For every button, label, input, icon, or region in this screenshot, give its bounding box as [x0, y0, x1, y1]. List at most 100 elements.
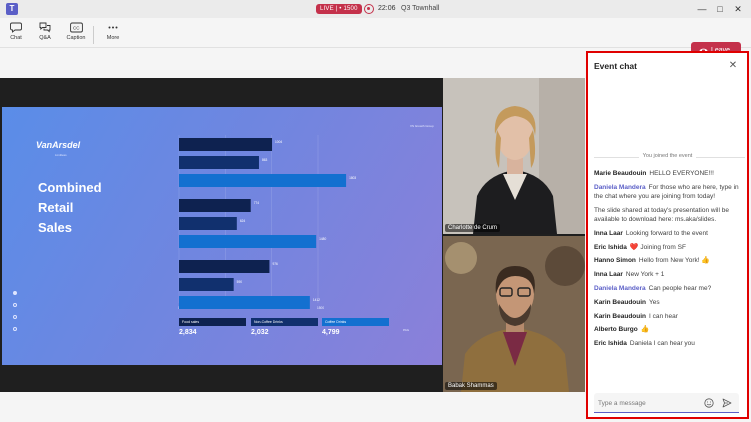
chart-bar: [179, 278, 234, 291]
message-text: I can hear: [649, 312, 678, 320]
message-sender[interactable]: Karin Beaudouin: [594, 313, 646, 320]
chart-data-label: 863: [262, 158, 268, 162]
chart-data-label: 976: [272, 262, 278, 266]
chat-message: Daniela Mandera Can people hear me?: [594, 284, 746, 293]
message-input[interactable]: [598, 397, 698, 409]
message-sender[interactable]: Daniela Mandera: [594, 285, 646, 292]
message-sender[interactable]: Hanno Simon: [594, 257, 636, 264]
teams-logo-icon: T: [6, 3, 18, 15]
toolbar-divider: [93, 26, 94, 44]
chart-bar: [179, 156, 259, 169]
caption-label: Caption: [66, 35, 86, 41]
maximize-icon[interactable]: □: [713, 2, 727, 16]
close-window-icon[interactable]: ✕: [731, 2, 745, 16]
chat-message: Inna Laar Looking forward to the event: [594, 229, 746, 238]
slide-page-label: PAG: [403, 328, 410, 332]
window-title: Q3 Townhall: [401, 5, 440, 12]
chat-message: Inna Laar New York + 1: [594, 270, 746, 279]
message-text: The slide shared at today's presentation…: [594, 206, 729, 223]
chart-data-label: 774: [254, 201, 260, 205]
participant-video: [443, 78, 585, 234]
participant-tile[interactable]: Charlotte de Crum: [443, 78, 585, 234]
reaction-emoji-icon: 👍: [640, 326, 650, 334]
chart-data-label: 1480: [319, 237, 326, 241]
message-text: Joining from SF: [640, 243, 686, 251]
chart-data-label: 590: [237, 280, 243, 284]
message-text: New York + 1: [625, 271, 665, 279]
chart-bar: [179, 138, 273, 151]
qa-button[interactable]: Q&A: [31, 22, 59, 46]
message-sender[interactable]: Marie Beaudouin: [594, 170, 646, 177]
message-sender[interactable]: Daniela Mandera: [594, 184, 646, 191]
close-icon[interactable]: ✕: [727, 60, 739, 72]
chart-bar: [179, 235, 317, 248]
chat-icon: [10, 22, 22, 33]
system-message: You joined the event: [588, 153, 747, 159]
message-sender[interactable]: Eric Ishida: [594, 244, 627, 251]
chart-data-label: 1004: [275, 140, 282, 144]
recording-icon: [364, 4, 374, 14]
message-text: Looking forward to the event: [625, 229, 708, 237]
more-icon: [108, 26, 118, 29]
minimize-icon[interactable]: —: [695, 2, 709, 16]
stat-label-coffee: Coffee Drinks: [322, 318, 389, 326]
title-bar: T LIVE | • 1500 22:06 Q3 Townhall — □ ✕: [0, 0, 751, 18]
message-text: HELLO EVERYONE!!!: [649, 170, 714, 177]
participant-name: Babak Shammas: [445, 382, 497, 390]
chat-message: Karin Beaudouin I can hear: [594, 312, 746, 321]
chat-button[interactable]: Chat: [2, 22, 30, 46]
message-sender[interactable]: Inna Laar: [594, 271, 623, 278]
participant-video: [443, 236, 585, 392]
chart-bar: [179, 260, 270, 273]
chat-message: Hanno Simon Hello from New York! 👍: [594, 256, 746, 265]
message-sender[interactable]: Inna Laar: [594, 230, 623, 237]
chat-message-list: Marie Beaudouin HELLO EVERYONE!!! Daniela …: [594, 169, 746, 353]
chart-bar: [179, 199, 251, 212]
participant-name: Charlotte de Crum: [445, 224, 501, 232]
event-chat-panel: Event chat ✕ You joined the event Marie …: [586, 51, 749, 419]
message-text: Hello from New York!: [638, 257, 700, 265]
chart-data-label: 624: [240, 219, 246, 223]
caption-button[interactable]: CC Caption: [62, 22, 90, 46]
message-sender[interactable]: Karin Beaudouin: [594, 299, 646, 306]
participant-tile[interactable]: Babak Shammas: [443, 236, 585, 392]
caption-icon: CC: [69, 22, 83, 33]
emoji-icon[interactable]: [704, 398, 714, 408]
chat-message: Daniela Mandera For those who are here, t…: [594, 183, 746, 201]
reaction-emoji-icon: ❤️: [629, 243, 639, 251]
message-text: Daniela I can hear you: [629, 340, 695, 348]
stat-value-food: 2,834: [179, 329, 197, 336]
message-sender[interactable]: Eric Ishida: [594, 340, 627, 347]
message-text: Yes: [649, 298, 660, 306]
chat-label: Chat: [10, 35, 22, 41]
chat-message: The slide shared at today's presentation…: [594, 206, 746, 224]
chart-data-label: 1803: [349, 176, 356, 180]
message-sender[interactable]: Alberto Burgo: [594, 326, 638, 333]
chat-message: Karin Beaudouin Yes: [594, 298, 746, 307]
chart-bar: [179, 174, 347, 187]
more-label: More: [106, 35, 120, 41]
stat-value-coffee: 4,799: [322, 329, 340, 336]
chart-bar: [179, 296, 310, 309]
stat-label-food: Food sales: [179, 318, 246, 326]
chart-tick-label: 1500: [317, 306, 324, 310]
chart-bar: [179, 217, 237, 230]
live-badge: LIVE | • 1500: [316, 4, 362, 14]
message-text: Can people hear me?: [648, 284, 712, 292]
send-icon[interactable]: [722, 398, 732, 408]
stat-value-non-coffee: 2,032: [251, 329, 269, 336]
qa-icon: [39, 22, 51, 33]
chart-data-label: 1412: [313, 298, 320, 302]
qa-label: Q&A: [39, 35, 51, 41]
meeting-timer: 22:06: [378, 5, 396, 12]
chat-panel-title: Event chat: [594, 61, 637, 71]
svg-text:CC: CC: [73, 26, 80, 31]
sales-bar-chart: 0500100015001004863180377462414809765901…: [178, 135, 356, 310]
chat-message: Eric Ishida ❤️ Joining from SF: [594, 243, 746, 252]
more-button[interactable]: More: [99, 22, 127, 46]
chat-message: Eric Ishida Daniela I can hear you: [594, 339, 746, 348]
reaction-emoji-icon: 👍: [701, 257, 711, 265]
system-message-text: You joined the event: [638, 153, 697, 159]
message-compose-box[interactable]: [594, 393, 739, 413]
stat-label-non-coffee: Non-Coffee Drinks: [251, 318, 318, 326]
